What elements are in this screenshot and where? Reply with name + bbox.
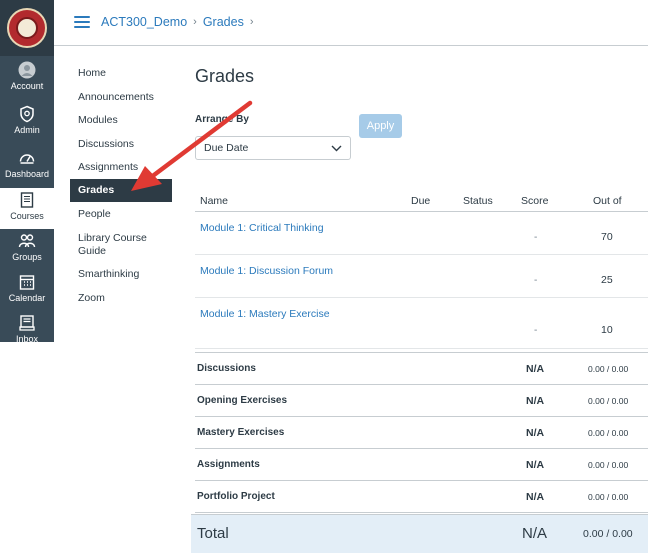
inbox-icon	[19, 315, 35, 331]
total-label: Total	[197, 525, 229, 542]
course-nav-zoom[interactable]: Zoom	[70, 292, 113, 305]
group-out-of: 0.00 / 0.00	[588, 460, 629, 470]
page-title: Grades	[195, 66, 255, 86]
group-row: Opening Exercises N/A 0.00 / 0.00	[195, 385, 648, 417]
assignment-score: -	[534, 232, 538, 243]
table-header: Name Due Status Score Out of	[195, 190, 648, 212]
course-nav-people[interactable]: People	[70, 208, 119, 221]
breadcrumb-separator: ›	[193, 16, 197, 28]
header-name[interactable]: Name	[200, 195, 228, 207]
dashboard-icon	[19, 154, 35, 164]
nav-label: Courses	[10, 211, 44, 221]
group-score: N/A	[526, 363, 545, 375]
assignment-link[interactable]: Module 1: Mastery Exercise	[200, 308, 330, 320]
group-row: Portfolio Project N/A 0.00 / 0.00	[195, 481, 648, 513]
breadcrumb-separator: ›	[249, 16, 254, 28]
header-score[interactable]: Score	[521, 195, 548, 207]
course-nav-smarthinking[interactable]: Smarthinking	[70, 268, 147, 281]
global-nav-calendar[interactable]: Calendar	[0, 270, 54, 311]
group-row: Assignments N/A 0.00 / 0.00	[195, 449, 648, 481]
nav-label: Groups	[12, 252, 42, 262]
group-row: Mastery Exercises N/A 0.00 / 0.00	[195, 417, 648, 449]
global-nav-courses[interactable]: Courses	[0, 188, 54, 229]
group-out-of: 0.00 / 0.00	[588, 428, 629, 438]
breadcrumb-course-link[interactable]: ACT300_Demo	[101, 15, 187, 29]
apply-button[interactable]: Apply	[359, 114, 402, 138]
course-nav-modules[interactable]: Modules	[70, 114, 126, 127]
university-seal-icon	[7, 8, 47, 48]
group-name: Assignments	[197, 459, 260, 470]
group-score: N/A	[526, 491, 545, 503]
group-out-of: 0.00 / 0.00	[588, 492, 629, 502]
header-out-of: Out of	[593, 195, 622, 207]
course-nav-grades[interactable]: Grades	[70, 179, 172, 202]
assignment-groups-table: Discussions N/A 0.00 / 0.00 Opening Exer…	[195, 352, 648, 513]
assignment-link[interactable]: Module 1: Discussion Forum	[200, 265, 333, 277]
assignment-link[interactable]: Module 1: Critical Thinking	[200, 222, 324, 234]
assignment-out-of: 10	[601, 324, 613, 336]
table-row: Module 1: Discussion Forum - 25	[195, 255, 648, 298]
course-nav-library-course-guide[interactable]: Library Course Guide	[70, 232, 162, 258]
global-nav-account[interactable]: Account	[0, 58, 54, 99]
nav-label: Dashboard	[4, 169, 50, 179]
group-out-of: 0.00 / 0.00	[588, 396, 629, 406]
top-bar: ACT300_Demo › Grades ›	[54, 0, 648, 46]
nav-label: Calendar	[8, 293, 46, 303]
group-score: N/A	[526, 427, 545, 439]
nav-label: Account	[10, 81, 44, 91]
breadcrumb-grades-link[interactable]: Grades	[203, 15, 244, 29]
group-row: Discussions N/A 0.00 / 0.00	[195, 353, 648, 385]
header-due[interactable]: Due	[411, 195, 430, 207]
total-score: N/A	[522, 525, 548, 542]
group-name: Opening Exercises	[197, 395, 288, 406]
admin-shield-icon	[20, 105, 34, 123]
course-nav-assignments[interactable]: Assignments	[70, 161, 146, 174]
table-row: Module 1: Critical Thinking - 70	[195, 212, 648, 255]
group-out-of: 0.00 / 0.00	[588, 364, 629, 374]
group-name: Portfolio Project	[197, 491, 275, 502]
chevron-down-icon	[331, 145, 342, 151]
nav-label: Admin	[14, 125, 40, 135]
assignment-score: -	[534, 275, 538, 286]
assignment-out-of: 25	[601, 274, 613, 286]
total-out-of: 0.00 / 0.00	[583, 528, 633, 540]
global-nav: Account Admin Dashboard Courses Groups C…	[0, 0, 54, 344]
nav-label: Inbox	[15, 334, 39, 344]
arrange-by-label: Arrange By	[195, 114, 249, 125]
course-nav-discussions[interactable]: Discussions	[70, 138, 142, 151]
course-nav-home[interactable]: Home	[70, 67, 114, 80]
grades-table: Name Due Status Score Out of Module 1: C…	[195, 190, 648, 349]
breadcrumb: ACT300_Demo › Grades ›	[101, 15, 260, 29]
assignment-score: -	[534, 325, 538, 336]
calendar-icon	[19, 275, 35, 290]
group-score: N/A	[526, 459, 545, 471]
courses-book-icon	[20, 192, 34, 208]
arrange-by-select[interactable]: Due Date	[195, 136, 351, 160]
course-nav-announcements[interactable]: Announcements	[70, 91, 162, 104]
group-score: N/A	[526, 395, 545, 407]
header-status[interactable]: Status	[463, 195, 493, 207]
groups-icon	[18, 234, 36, 248]
assignment-out-of: 70	[601, 231, 613, 243]
hamburger-menu-icon[interactable]	[74, 16, 90, 29]
global-nav-dashboard[interactable]: Dashboard	[0, 146, 54, 187]
total-row: Total N/A 0.00 / 0.00	[191, 514, 648, 553]
table-row: Module 1: Mastery Exercise - 10	[195, 298, 648, 349]
arrange-by-select-value: Due Date	[204, 142, 249, 154]
global-nav-inbox[interactable]: Inbox	[0, 311, 54, 352]
global-nav-admin[interactable]: Admin	[0, 102, 54, 143]
global-nav-groups[interactable]: Groups	[0, 229, 54, 270]
group-name: Discussions	[197, 363, 256, 374]
university-logo[interactable]	[0, 0, 54, 56]
account-icon	[18, 61, 36, 79]
group-name: Mastery Exercises	[197, 427, 285, 438]
